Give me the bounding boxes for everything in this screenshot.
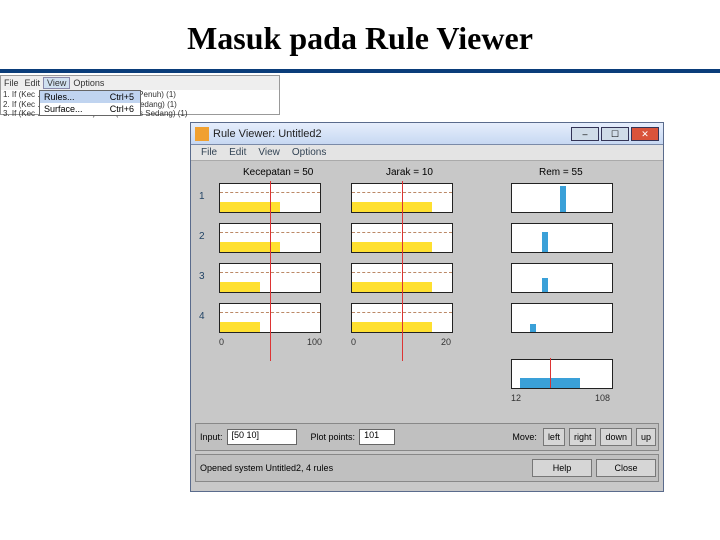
menu-item-label: Rules...	[44, 92, 75, 102]
plot-points-field[interactable]: 101	[359, 429, 395, 445]
aggregate-output	[511, 359, 613, 389]
rv-menu-view[interactable]: View	[252, 147, 286, 158]
rule-editor-snippet: File Edit View Options 1. If (Kec ... ak…	[0, 75, 280, 115]
close-panel-button[interactable]: Close	[596, 459, 656, 477]
axis-max: 100	[307, 337, 322, 347]
rule-number: 2	[199, 231, 205, 242]
close-button[interactable]: ✕	[631, 127, 659, 141]
menu-item-rules[interactable]: Rules... Ctrl+5	[40, 91, 140, 103]
menu-item-surface[interactable]: Surface... Ctrl+6	[40, 103, 140, 115]
control-panel: Input: [50 10] Plot points: 101 Move: le…	[191, 419, 663, 489]
move-label: Move:	[508, 432, 541, 442]
rule-number: 3	[199, 271, 205, 282]
axis-max: 20	[441, 337, 451, 347]
plot-points-label: Plot points:	[307, 432, 360, 442]
output-value-line	[550, 358, 551, 388]
input1-header: Kecepatan = 50	[243, 167, 313, 178]
mf-plot-output	[511, 303, 613, 333]
matlab-icon	[195, 127, 209, 141]
upper-menu-view[interactable]: View	[43, 77, 70, 89]
rv-menubar: File Edit View Options	[191, 145, 663, 161]
upper-menubar: File Edit View Options	[1, 76, 279, 90]
rule-viewer-window: Rule Viewer: Untitled2 – ☐ ✕ File Edit V…	[190, 122, 664, 492]
upper-menu-options[interactable]: Options	[70, 78, 107, 88]
move-up-button[interactable]: up	[636, 428, 656, 446]
input2-slider-line[interactable]	[402, 181, 403, 361]
mf-plot-output	[511, 183, 613, 213]
mf-plot-output	[511, 263, 613, 293]
rule-number: 4	[199, 311, 205, 322]
input2-header: Jarak = 10	[386, 167, 433, 178]
upper-menu-file[interactable]: File	[1, 78, 22, 88]
rv-menu-edit[interactable]: Edit	[223, 147, 252, 158]
minimize-button[interactable]: –	[571, 127, 599, 141]
mf-plot-output	[511, 223, 613, 253]
input-field[interactable]: [50 10]	[227, 429, 297, 445]
status-text: Opened system Untitled2, 4 rules	[196, 463, 530, 473]
rv-menu-file[interactable]: File	[195, 147, 223, 158]
rule-number: 1	[199, 191, 205, 202]
slide-title: Masuk pada Rule Viewer	[0, 0, 720, 73]
axis-min: 0	[351, 337, 356, 347]
output-header: Rem = 55	[539, 167, 583, 178]
menu-item-shortcut: Ctrl+6	[110, 104, 134, 114]
rv-menu-options[interactable]: Options	[286, 147, 332, 158]
axis-min: 0	[219, 337, 224, 347]
axis-max: 108	[595, 393, 610, 403]
input1-slider-line[interactable]	[270, 181, 271, 361]
input-label: Input:	[196, 432, 227, 442]
menu-item-label: Surface...	[44, 104, 83, 114]
maximize-button[interactable]: ☐	[601, 127, 629, 141]
move-left-button[interactable]: left	[543, 428, 565, 446]
view-dropdown: Rules... Ctrl+5 Surface... Ctrl+6	[39, 90, 141, 116]
window-title: Rule Viewer: Untitled2	[213, 128, 569, 140]
move-down-button[interactable]: down	[600, 428, 632, 446]
help-button[interactable]: Help	[532, 459, 592, 477]
move-right-button[interactable]: right	[569, 428, 597, 446]
rule-chart-area[interactable]: Kecepatan = 50 Jarak = 10 Rem = 55 1 2 3…	[191, 161, 663, 419]
menu-item-shortcut: Ctrl+5	[110, 92, 134, 102]
upper-menu-edit[interactable]: Edit	[22, 78, 44, 88]
titlebar[interactable]: Rule Viewer: Untitled2 – ☐ ✕	[191, 123, 663, 145]
axis-min: 12	[511, 393, 521, 403]
